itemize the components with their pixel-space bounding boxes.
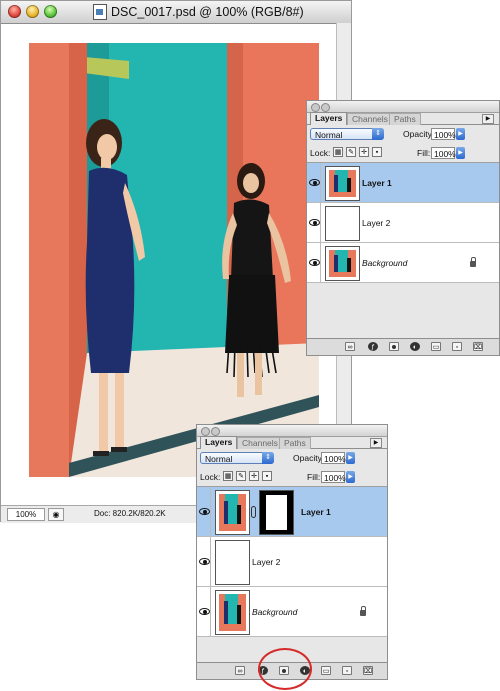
eye-icon[interactable] — [309, 243, 321, 282]
document-size-readout: Doc: 820.2K/820.2K — [94, 509, 166, 518]
blend-mode-value: Normal — [315, 130, 343, 140]
eye-icon[interactable] — [309, 163, 321, 202]
layer-row-layer-2[interactable]: Layer 2 — [197, 537, 387, 587]
photo-image — [29, 43, 319, 477]
lock-position-icon[interactable]: ✛ — [359, 147, 369, 157]
add-layer-mask-icon[interactable] — [389, 342, 399, 351]
layer-row-layer-1[interactable]: Layer 1 — [307, 163, 499, 203]
layer-thumbnail — [215, 490, 250, 535]
opacity-label: Opacity: — [403, 129, 435, 139]
tab-paths[interactable]: Paths — [279, 437, 311, 449]
tab-channels[interactable]: Channels — [347, 113, 393, 125]
lock-label: Lock: — [310, 148, 331, 158]
fill-slider-arrow-icon[interactable]: ▶ — [346, 471, 355, 483]
close-window-button[interactable] — [8, 5, 21, 18]
document-titlebar[interactable]: DSC_0017.psd @ 100% (RGB/8#) — [1, 1, 351, 24]
opacity-slider-arrow-icon[interactable]: ▶ — [346, 452, 355, 464]
panel-menu-arrow-icon[interactable]: ▶ — [482, 114, 494, 124]
layer-mask-thumbnail[interactable] — [259, 490, 294, 535]
chevron-down-icon: ⇕ — [262, 452, 274, 464]
lock-all-icon[interactable]: ▪ — [262, 471, 272, 481]
psd-file-icon — [93, 4, 107, 20]
eye-icon[interactable] — [199, 587, 211, 636]
chevron-down-icon: ⇕ — [372, 128, 384, 140]
fill-input[interactable]: 100% — [431, 147, 456, 159]
lock-label: Lock: — [200, 472, 221, 482]
link-layers-icon[interactable]: ∞ — [345, 342, 355, 351]
tab-paths[interactable]: Paths — [389, 113, 421, 125]
panel-footer: ∞ ƒ ◐ ▭ ▫ ⌧ — [307, 338, 499, 355]
layer-thumbnail — [325, 206, 360, 241]
new-layer-icon[interactable]: ▫ — [452, 342, 462, 351]
blend-mode-select[interactable]: Normal ⇕ — [310, 128, 384, 140]
opacity-slider-arrow-icon[interactable]: ▶ — [456, 128, 465, 140]
panel-close-button[interactable] — [311, 103, 320, 112]
lock-icon — [470, 257, 476, 267]
panel-minimize-button[interactable] — [321, 103, 330, 112]
panel-tabs: Layers Channels Paths ▶ — [197, 436, 387, 449]
new-folder-icon[interactable]: ▭ — [321, 666, 331, 675]
trash-icon[interactable]: ⌧ — [473, 342, 483, 351]
layer-name: Layer 1 — [362, 178, 392, 188]
layer-style-icon[interactable]: ƒ — [368, 342, 378, 351]
tab-layers[interactable]: Layers — [310, 112, 348, 125]
blend-mode-value: Normal — [205, 454, 233, 464]
layers-panel-before: Layers Channels Paths ▶ Normal ⇕ Opacity… — [306, 100, 500, 356]
highlight-circle-callout — [258, 648, 312, 690]
layers-list: Layer 1 Layer 2 Background — [307, 163, 499, 283]
opacity-input[interactable]: 100% — [321, 452, 346, 464]
fill-input[interactable]: 100% — [321, 471, 346, 483]
lock-transparent-pixels-icon[interactable]: ▦ — [223, 471, 233, 481]
eye-icon[interactable] — [199, 537, 211, 586]
layer-name: Layer 2 — [252, 557, 281, 567]
layer-row-background[interactable]: Background — [197, 587, 387, 637]
panel-close-button[interactable] — [201, 427, 210, 436]
document-canvas-photo[interactable] — [29, 43, 319, 477]
panel-menu-arrow-icon[interactable]: ▶ — [370, 438, 382, 448]
layer-name: Background — [252, 607, 298, 617]
layer-name: Background — [362, 258, 408, 268]
trash-icon[interactable]: ⌧ — [363, 666, 373, 675]
layers-list: Layer 1 Layer 2 Background — [197, 487, 387, 637]
fill-slider-arrow-icon[interactable]: ▶ — [456, 147, 465, 159]
chain-link-icon[interactable] — [251, 506, 256, 518]
blend-mode-select[interactable]: Normal ⇕ — [200, 452, 274, 464]
fill-label: Fill: — [417, 148, 431, 158]
new-folder-icon[interactable]: ▭ — [431, 342, 441, 351]
panel-tabs: Layers Channels Paths ▶ — [307, 112, 499, 125]
layer-name: Layer 1 — [301, 507, 331, 517]
panel-minimize-button[interactable] — [211, 427, 220, 436]
tab-layers[interactable]: Layers — [200, 436, 238, 449]
layer-row-layer-2[interactable]: Layer 2 — [307, 203, 499, 243]
adjustment-layer-icon[interactable]: ◐ — [410, 342, 420, 351]
tab-channels[interactable]: Channels — [237, 437, 283, 449]
lock-all-icon[interactable]: ▪ — [372, 147, 382, 157]
layer-name: Layer 2 — [362, 218, 391, 228]
layer-thumbnail — [325, 166, 360, 201]
zoom-level-field[interactable]: 100% — [7, 508, 45, 521]
lock-image-pixels-icon[interactable]: ✎ — [236, 471, 246, 481]
layer-thumbnail — [325, 246, 360, 281]
zoom-window-button[interactable] — [44, 5, 57, 18]
opacity-input[interactable]: 100% — [431, 128, 456, 140]
lock-transparent-pixels-icon[interactable]: ▦ — [333, 147, 343, 157]
status-menu-icon[interactable]: ◉ — [48, 508, 64, 521]
layer-thumbnail — [215, 590, 250, 635]
layers-panel-after: Layers Channels Paths ▶ Normal ⇕ Opacity… — [196, 424, 388, 680]
eye-icon[interactable] — [199, 487, 211, 536]
document-title: DSC_0017.psd @ 100% (RGB/8#) — [111, 5, 304, 19]
lock-icon — [360, 606, 366, 616]
opacity-label: Opacity: — [293, 453, 325, 463]
layer-row-background[interactable]: Background — [307, 243, 499, 283]
layer-thumbnail — [215, 540, 250, 585]
eye-icon[interactable] — [309, 203, 321, 242]
layer-row-layer-1[interactable]: Layer 1 — [197, 487, 387, 537]
fill-label: Fill: — [307, 472, 321, 482]
lock-position-icon[interactable]: ✛ — [249, 471, 259, 481]
new-layer-icon[interactable]: ▫ — [342, 666, 352, 675]
minimize-window-button[interactable] — [26, 5, 39, 18]
link-layers-icon[interactable]: ∞ — [235, 666, 245, 675]
lock-image-pixels-icon[interactable]: ✎ — [346, 147, 356, 157]
